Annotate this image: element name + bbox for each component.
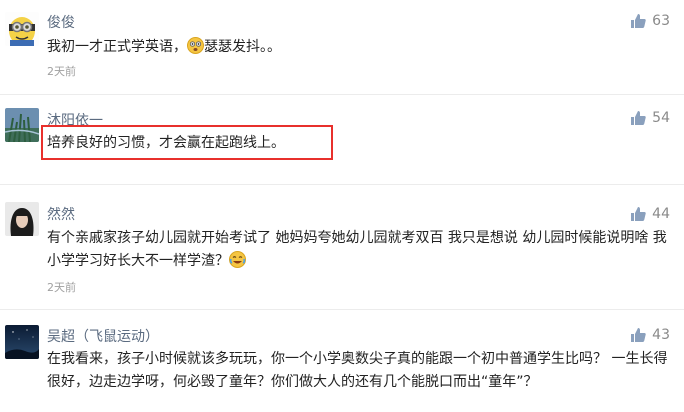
like-count: 54: [652, 110, 670, 126]
comment-timestamp: 2天前: [47, 65, 76, 78]
thumbs-up-icon: [631, 111, 646, 125]
comment-author[interactable]: 俊俊: [47, 12, 75, 32]
avatar[interactable]: [5, 325, 39, 359]
thumbs-up-icon: [631, 328, 646, 342]
like-button[interactable]: 44: [630, 206, 670, 222]
like-button[interactable]: 43: [630, 327, 670, 343]
comment-text: 有个亲戚家孩子幼儿园就开始考试了 她妈妈夸她幼儿园就考双百 我只是想说 幼儿园时…: [47, 230, 667, 269]
comment-text: 在我看来，孩子小时候就该多玩玩，你一个小学奥数尖子真的能跟一个初中普通学生比吗？…: [47, 351, 668, 390]
like-button[interactable]: 54: [630, 110, 670, 126]
thumbs-up-icon: [631, 207, 646, 221]
comment-author[interactable]: 然然: [47, 204, 75, 224]
comment-text: 我初一才正式学英语， 瑟瑟发抖。。: [47, 37, 281, 55]
like-button[interactable]: 63: [630, 13, 670, 29]
like-count: 63: [652, 13, 670, 29]
like-count: 43: [652, 327, 670, 343]
comment-timestamp: 2天前: [47, 281, 76, 294]
scared-face-icon: [187, 37, 204, 54]
comment-item: 俊俊 我初一才正式学英语， 瑟瑟发抖。。 2天前 63: [0, 0, 684, 95]
avatar[interactable]: [5, 12, 39, 46]
thumbs-up-icon: [631, 14, 646, 28]
comment-item: 然然 有个亲戚家孩子幼儿园就开始考试了 她妈妈夸她幼儿园就考双百 我只是想说 幼…: [0, 185, 684, 310]
crying-laughing-face-icon: [229, 251, 246, 268]
highlight-box: [41, 125, 333, 160]
like-count: 44: [652, 206, 670, 222]
avatar[interactable]: [5, 108, 39, 142]
comment-author[interactable]: 吴超（飞鼠运动）: [47, 326, 159, 346]
comment-item: 吴超（飞鼠运动） 在我看来，孩子小时候就该多玩玩，你一个小学奥数尖子真的能跟一个…: [0, 310, 684, 412]
avatar[interactable]: [5, 202, 39, 236]
